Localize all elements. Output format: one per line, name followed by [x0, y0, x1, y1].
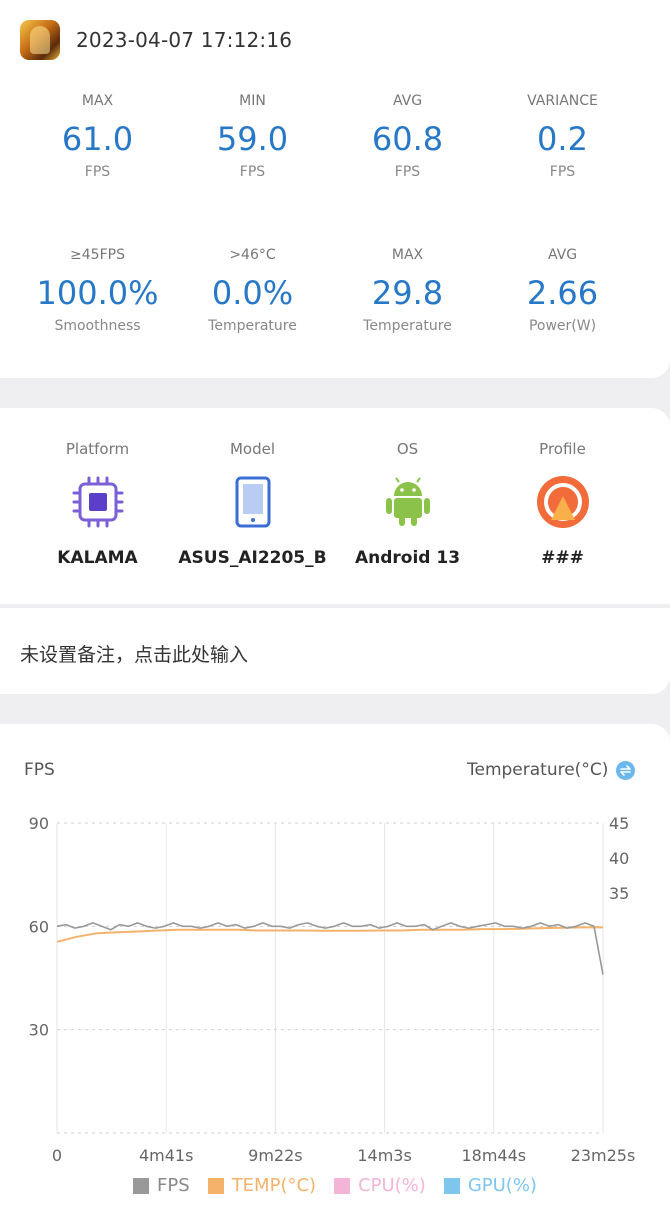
- stat-unit: Power(W): [528, 318, 597, 334]
- legend-label: GPU(%): [467, 1175, 537, 1196]
- legend-swatch: [207, 1177, 224, 1194]
- legend-label: TEMP(°C): [231, 1175, 317, 1196]
- x-tick-label: 4m41s: [139, 1146, 193, 1165]
- profile-icon: [485, 474, 640, 530]
- stat-min-fps: MIN 59.0 FPS: [175, 92, 330, 180]
- record-timestamp: 2023-04-07 17:12:16: [76, 28, 293, 52]
- device-platform: Platform KALAMA: [20, 440, 175, 568]
- device-model: Model ASUS_AI2205_B: [175, 440, 330, 568]
- fps-stats-row: MAX 61.0 FPS MIN 59.0 FPS AVG 60.8 FPS V…: [0, 92, 670, 180]
- legend-swatch: [334, 1177, 351, 1194]
- right-tick-label: 40: [609, 849, 629, 868]
- stat-label: ≥45FPS: [70, 247, 125, 263]
- y-tick-label: 90: [29, 814, 49, 833]
- device-os: OS Android 13: [330, 440, 485, 568]
- stat-value: 0.0%: [211, 274, 294, 312]
- stat-unit: FPS: [549, 164, 576, 180]
- temperature-series-line: [56, 926, 603, 943]
- legend-fps[interactable]: FPS: [133, 1175, 190, 1196]
- stat-value: 2.66: [526, 274, 599, 312]
- stat-variance-fps: VARIANCE 0.2 FPS: [485, 92, 640, 180]
- stat-avg-power: AVG 2.66 Power(W): [485, 246, 640, 334]
- x-tick-label: 9m22s: [248, 1146, 302, 1165]
- stat-label: AVG: [547, 247, 578, 263]
- legend-temp[interactable]: TEMP(°C): [207, 1175, 317, 1196]
- stat-max-fps: MAX 61.0 FPS: [20, 92, 175, 180]
- right-tick-label: 35: [609, 884, 629, 903]
- stat-unit: FPS: [239, 164, 266, 180]
- stat-unit: Temperature: [208, 318, 297, 334]
- stat-label: MAX: [81, 93, 114, 109]
- stat-value: 0.2: [537, 120, 588, 158]
- stat-over-temp: >46°C 0.0% Temperature: [175, 246, 330, 334]
- temperature-axis-title[interactable]: Temperature(°C): [467, 760, 636, 780]
- stat-label: MAX: [391, 247, 424, 263]
- summary-card: 2023-04-07 17:12:16 MAX 61.0 FPS MIN 59.…: [0, 0, 670, 378]
- legend-swatch: [443, 1177, 460, 1194]
- chart-legend: FPS TEMP(°C) CPU(%) GPU(%): [0, 1175, 670, 1196]
- stat-value: 61.0: [61, 120, 134, 158]
- phone-icon: [175, 474, 330, 530]
- stat-value: 100.0%: [36, 274, 159, 312]
- x-tick-label: 18m44s: [461, 1146, 526, 1165]
- device-info-row: Platform KALAMA Model ASUS_AI2205_B OS A…: [0, 440, 670, 568]
- legend-swatch: [133, 1177, 150, 1194]
- y-tick-label: 30: [29, 1021, 49, 1040]
- x-tick-label: 23m25s: [571, 1146, 636, 1165]
- game-app-icon[interactable]: [20, 20, 60, 60]
- device-value: ASUS_AI2205_B: [178, 548, 327, 568]
- device-value: KALAMA: [57, 548, 138, 568]
- note-input[interactable]: 未设置备注，点击此处输入: [20, 640, 248, 667]
- device-value: ###: [541, 548, 584, 568]
- x-tick-label: 14m3s: [357, 1146, 411, 1165]
- stat-label: >46°C: [229, 247, 276, 263]
- x-tick-label: 0: [52, 1146, 62, 1165]
- android-icon: [330, 474, 485, 530]
- fps-temperature-chart[interactable]: 90 60 30 45 40 35 0 4m41s 9m22s 14m3s 18m44s 23m25s: [0, 800, 670, 1170]
- stat-value: 59.0: [216, 120, 289, 158]
- device-label: Platform: [65, 440, 130, 458]
- stat-label: VARIANCE: [527, 93, 598, 109]
- stat-unit: FPS: [394, 164, 421, 180]
- stat-unit: Smoothness: [54, 318, 141, 334]
- stat-smoothness: ≥45FPS 100.0% Smoothness: [20, 246, 175, 334]
- swap-axis-icon[interactable]: [616, 760, 636, 780]
- temperature-axis-label: Temperature(°C): [467, 760, 609, 780]
- stat-unit: FPS: [84, 164, 111, 180]
- legend-label: CPU(%): [358, 1175, 426, 1196]
- summary-header: 2023-04-07 17:12:16: [20, 20, 292, 60]
- device-label: OS: [396, 440, 419, 458]
- stat-label: AVG: [392, 93, 423, 109]
- stat-value: 60.8: [371, 120, 444, 158]
- device-profile: Profile ###: [485, 440, 640, 568]
- y-tick-label: 60: [29, 917, 49, 936]
- legend-gpu[interactable]: GPU(%): [443, 1175, 537, 1196]
- legend-label: FPS: [157, 1175, 190, 1196]
- stat-label: MIN: [239, 93, 266, 109]
- stat-value: 29.8: [371, 274, 444, 312]
- legend-cpu[interactable]: CPU(%): [334, 1175, 426, 1196]
- quality-stats-row: ≥45FPS 100.0% Smoothness >46°C 0.0% Temp…: [0, 246, 670, 334]
- device-label: Model: [229, 440, 276, 458]
- device-value: Android 13: [354, 548, 461, 568]
- right-tick-label: 45: [609, 814, 629, 833]
- stat-unit: Temperature: [363, 318, 452, 334]
- fps-axis-title: FPS: [24, 760, 55, 780]
- device-label: Profile: [539, 440, 586, 458]
- chip-icon: [20, 474, 175, 530]
- stat-avg-fps: AVG 60.8 FPS: [330, 92, 485, 180]
- stat-max-temp: MAX 29.8 Temperature: [330, 246, 485, 334]
